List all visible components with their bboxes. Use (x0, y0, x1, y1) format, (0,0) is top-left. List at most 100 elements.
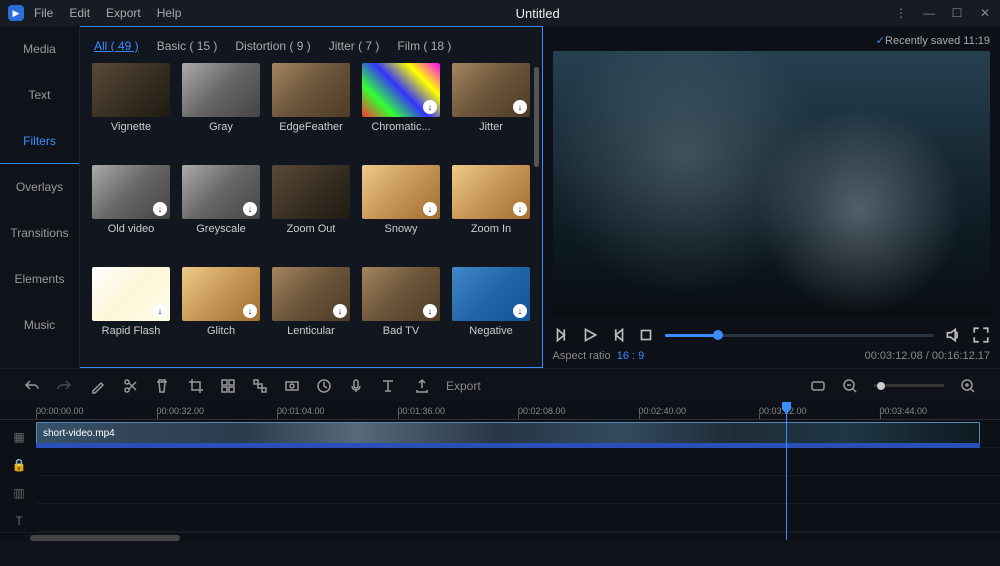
redo-icon[interactable] (56, 378, 72, 394)
video-track-icon[interactable]: ▦ (13, 426, 24, 448)
minimize-icon[interactable]: — (922, 6, 936, 20)
filter-item[interactable]: Vignette (92, 63, 170, 155)
filter-tab[interactable]: All ( 49 ) (94, 39, 139, 53)
close-icon[interactable]: ✕ (978, 6, 992, 20)
fit-icon[interactable] (810, 378, 826, 394)
zoom-out-icon[interactable] (842, 378, 858, 394)
filter-item[interactable]: ↓Glitch (182, 267, 260, 359)
filter-thumbnail[interactable]: ↓ (362, 267, 440, 321)
sidebar-item-music[interactable]: Music (0, 302, 79, 348)
download-icon[interactable]: ↓ (153, 304, 167, 318)
filter-thumbnail[interactable]: ↓ (182, 165, 260, 219)
sidebar-item-overlays[interactable]: Overlays (0, 164, 79, 210)
play-button[interactable] (581, 326, 599, 344)
seek-bar[interactable] (665, 334, 935, 337)
sidebar-item-media[interactable]: Media (0, 26, 79, 72)
filter-thumbnail[interactable] (272, 63, 350, 117)
menu-edit[interactable]: Edit (69, 6, 90, 20)
sidebar-item-filters[interactable]: Filters (0, 118, 79, 164)
fullscreen-icon[interactable] (972, 326, 990, 344)
more-icon[interactable]: ⋮ (894, 6, 908, 20)
filter-thumbnail[interactable]: ↓ (452, 165, 530, 219)
timeline-ruler[interactable]: 00:00:00.0000:00:32.0000:01:04.0000:01:3… (0, 402, 1000, 420)
sidebar-item-transitions[interactable]: Transitions (0, 210, 79, 256)
filter-item[interactable]: ↓Greyscale (182, 165, 260, 257)
filter-item[interactable]: ↓Snowy (362, 165, 440, 257)
prev-frame-button[interactable] (553, 326, 571, 344)
filter-tab[interactable]: Distortion ( 9 ) (235, 39, 310, 53)
voiceover-icon[interactable] (348, 378, 364, 394)
download-icon[interactable]: ↓ (423, 202, 437, 216)
filter-thumbnail[interactable]: ↓ (362, 165, 440, 219)
download-icon[interactable]: ↓ (333, 304, 347, 318)
filter-thumbnail[interactable]: ↓ (362, 63, 440, 117)
download-icon[interactable]: ↓ (423, 100, 437, 114)
maximize-icon[interactable]: ☐ (950, 6, 964, 20)
filter-item[interactable]: Zoom Out (272, 165, 350, 257)
filter-thumbnail[interactable] (182, 63, 260, 117)
filter-item[interactable]: ↓Zoom In (452, 165, 530, 257)
filter-item[interactable]: ↓Lenticular (272, 267, 350, 359)
filter-item[interactable]: ↓Negative (452, 267, 530, 359)
track-row[interactable] (36, 448, 1000, 476)
volume-icon[interactable] (944, 326, 962, 344)
lock-icon[interactable]: 🔒 (12, 454, 27, 476)
freeze-icon[interactable] (284, 378, 300, 394)
overlay-track-icon[interactable]: ▥ (13, 482, 24, 504)
filter-tab[interactable]: Basic ( 15 ) (157, 39, 218, 53)
video-clip[interactable]: short-video.mp4 (36, 422, 980, 445)
zoom-in-icon[interactable] (960, 378, 976, 394)
playhead[interactable] (786, 402, 787, 540)
text-track-icon[interactable]: T (15, 510, 22, 532)
filter-thumbnail[interactable] (272, 165, 350, 219)
crop-icon[interactable] (188, 378, 204, 394)
download-icon[interactable]: ↓ (513, 202, 527, 216)
filter-item[interactable]: ↓Rapid Flash (92, 267, 170, 359)
sidebar-item-elements[interactable]: Elements (0, 256, 79, 302)
filter-item[interactable]: ↓Jitter (452, 63, 530, 155)
undo-icon[interactable] (24, 378, 40, 394)
filter-tab[interactable]: Film ( 18 ) (397, 39, 451, 53)
duration-icon[interactable] (316, 378, 332, 394)
video-preview[interactable] (553, 51, 991, 316)
filter-label: Zoom In (471, 223, 511, 235)
filter-tab[interactable]: Jitter ( 7 ) (329, 39, 380, 53)
export-button[interactable]: Export (414, 378, 481, 394)
menu-export[interactable]: Export (106, 6, 141, 20)
split-icon[interactable] (122, 378, 138, 394)
filter-item[interactable]: ↓Bad TV (362, 267, 440, 359)
filter-thumbnail[interactable]: ↓ (272, 267, 350, 321)
track-row[interactable] (36, 504, 1000, 532)
download-icon[interactable]: ↓ (243, 202, 257, 216)
delete-icon[interactable] (154, 378, 170, 394)
filter-thumbnail[interactable]: ↓ (92, 267, 170, 321)
edit-icon[interactable] (90, 378, 106, 394)
track-row[interactable] (36, 476, 1000, 504)
filter-item[interactable]: ↓Old video (92, 165, 170, 257)
sidebar-item-text[interactable]: Text (0, 72, 79, 118)
filter-thumbnail[interactable]: ↓ (92, 165, 170, 219)
download-icon[interactable]: ↓ (513, 304, 527, 318)
filter-thumbnail[interactable]: ↓ (452, 267, 530, 321)
download-icon[interactable]: ↓ (423, 304, 437, 318)
next-frame-button[interactable] (609, 326, 627, 344)
stop-button[interactable] (637, 326, 655, 344)
scrollbar[interactable] (534, 67, 539, 167)
download-icon[interactable]: ↓ (243, 304, 257, 318)
download-icon[interactable]: ↓ (153, 202, 167, 216)
filter-thumbnail[interactable]: ↓ (452, 63, 530, 117)
menu-help[interactable]: Help (157, 6, 182, 20)
download-icon[interactable]: ↓ (513, 100, 527, 114)
filter-thumbnail[interactable] (92, 63, 170, 117)
filter-item[interactable]: EdgeFeather (272, 63, 350, 155)
timeline-scrollbar[interactable] (0, 532, 1000, 540)
text-tool-icon[interactable] (380, 378, 396, 394)
filter-item[interactable]: Gray (182, 63, 260, 155)
video-track[interactable]: short-video.mp4 (36, 420, 1000, 448)
menu-file[interactable]: File (34, 6, 53, 20)
mosaic-icon[interactable] (220, 378, 236, 394)
zoom-slider[interactable] (874, 384, 944, 387)
filter-thumbnail[interactable]: ↓ (182, 267, 260, 321)
filter-item[interactable]: ↓Chromatic... (362, 63, 440, 155)
grid-icon[interactable] (252, 378, 268, 394)
